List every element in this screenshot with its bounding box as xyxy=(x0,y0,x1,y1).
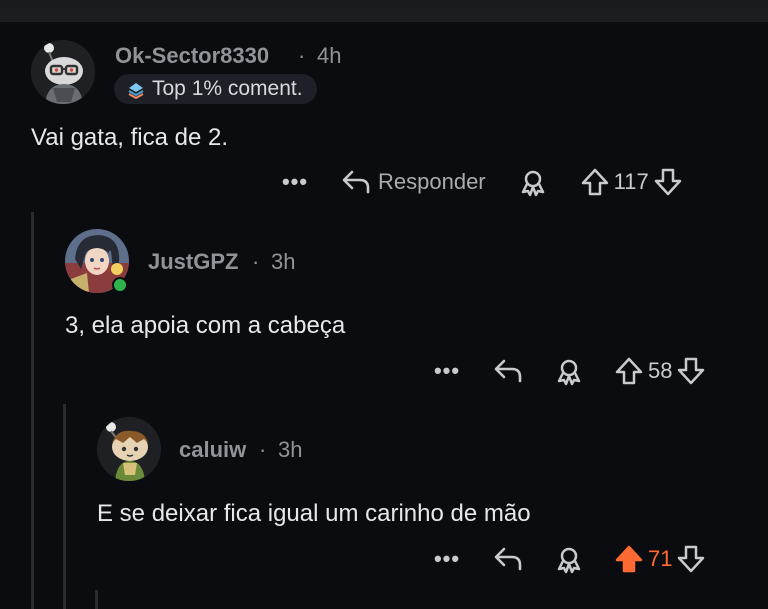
thread-line-level-3[interactable] xyxy=(95,590,98,609)
award-button[interactable] xyxy=(554,539,584,579)
upvote-button[interactable] xyxy=(580,162,610,202)
top-commenter-badge[interactable]: Top 1% coment. xyxy=(114,74,317,104)
timestamp: 3h xyxy=(271,249,296,274)
avatar[interactable] xyxy=(97,417,161,481)
comment-body: 3, ela apoia com a cabeça xyxy=(65,312,346,339)
upvote-button[interactable] xyxy=(614,351,644,391)
downvote-icon xyxy=(678,545,705,573)
upvote-icon xyxy=(615,357,643,385)
snoo-avatar-2 xyxy=(97,417,161,481)
reply-button[interactable] xyxy=(492,351,524,391)
downvote-icon xyxy=(654,168,681,196)
thread-line-level-2[interactable] xyxy=(63,404,66,609)
upvote-icon xyxy=(581,168,608,196)
vote-count: 71 xyxy=(648,546,673,571)
downvote-button[interactable] xyxy=(676,539,706,579)
vote-count: 117 xyxy=(613,169,649,194)
top-commenter-icon xyxy=(128,83,144,99)
username[interactable]: caluiw xyxy=(179,437,246,463)
thread-line-level-1[interactable] xyxy=(31,212,34,609)
award-icon xyxy=(557,547,581,574)
comment-actions: ••• Responder 117 xyxy=(280,162,683,202)
downvote-button[interactable] xyxy=(676,351,706,391)
separator: · xyxy=(298,43,306,68)
reply-icon xyxy=(342,170,370,194)
downvote-button[interactable] xyxy=(653,162,683,202)
timestamp: 4h xyxy=(317,43,342,68)
avatar[interactable] xyxy=(31,40,95,104)
snoo-avatar xyxy=(31,40,95,104)
more-icon[interactable]: ••• xyxy=(432,539,462,579)
reply-label: Responder xyxy=(378,169,486,194)
reply-button[interactable]: Responder xyxy=(340,162,486,202)
reply-icon xyxy=(494,547,522,571)
more-icon[interactable]: ••• xyxy=(280,162,310,202)
award-icon xyxy=(557,359,581,386)
comment-body: Vai gata, fica de 2. xyxy=(31,124,229,151)
award-button[interactable] xyxy=(518,162,548,202)
timestamp: 3h xyxy=(278,437,303,462)
award-icon xyxy=(521,170,544,197)
username[interactable]: Ok-Sector8330 xyxy=(115,43,269,69)
more-icon[interactable]: ••• xyxy=(432,351,462,391)
username[interactable]: JustGPZ xyxy=(148,249,238,275)
downvote-icon xyxy=(678,357,705,385)
badge-label: Top 1% coment. xyxy=(152,77,303,100)
comment-thread: Ok-Sector8330 · 4h Top 1% coment. Vai ga… xyxy=(0,0,768,609)
upvote-icon xyxy=(615,545,643,573)
upvote-button[interactable] xyxy=(614,539,644,579)
reply-button[interactable] xyxy=(492,539,524,579)
award-button[interactable] xyxy=(554,351,584,391)
separator: · xyxy=(259,437,267,462)
separator: · xyxy=(252,249,260,274)
top-divider xyxy=(0,0,768,22)
comment-actions: ••• 58 xyxy=(432,351,706,391)
online-indicator xyxy=(112,277,128,293)
comment-body: E se deixar fica igual um carinho de mão xyxy=(97,500,531,527)
vote-count: 58 xyxy=(648,358,673,383)
comment-actions: ••• 71 xyxy=(432,539,706,579)
reply-icon xyxy=(494,359,522,383)
